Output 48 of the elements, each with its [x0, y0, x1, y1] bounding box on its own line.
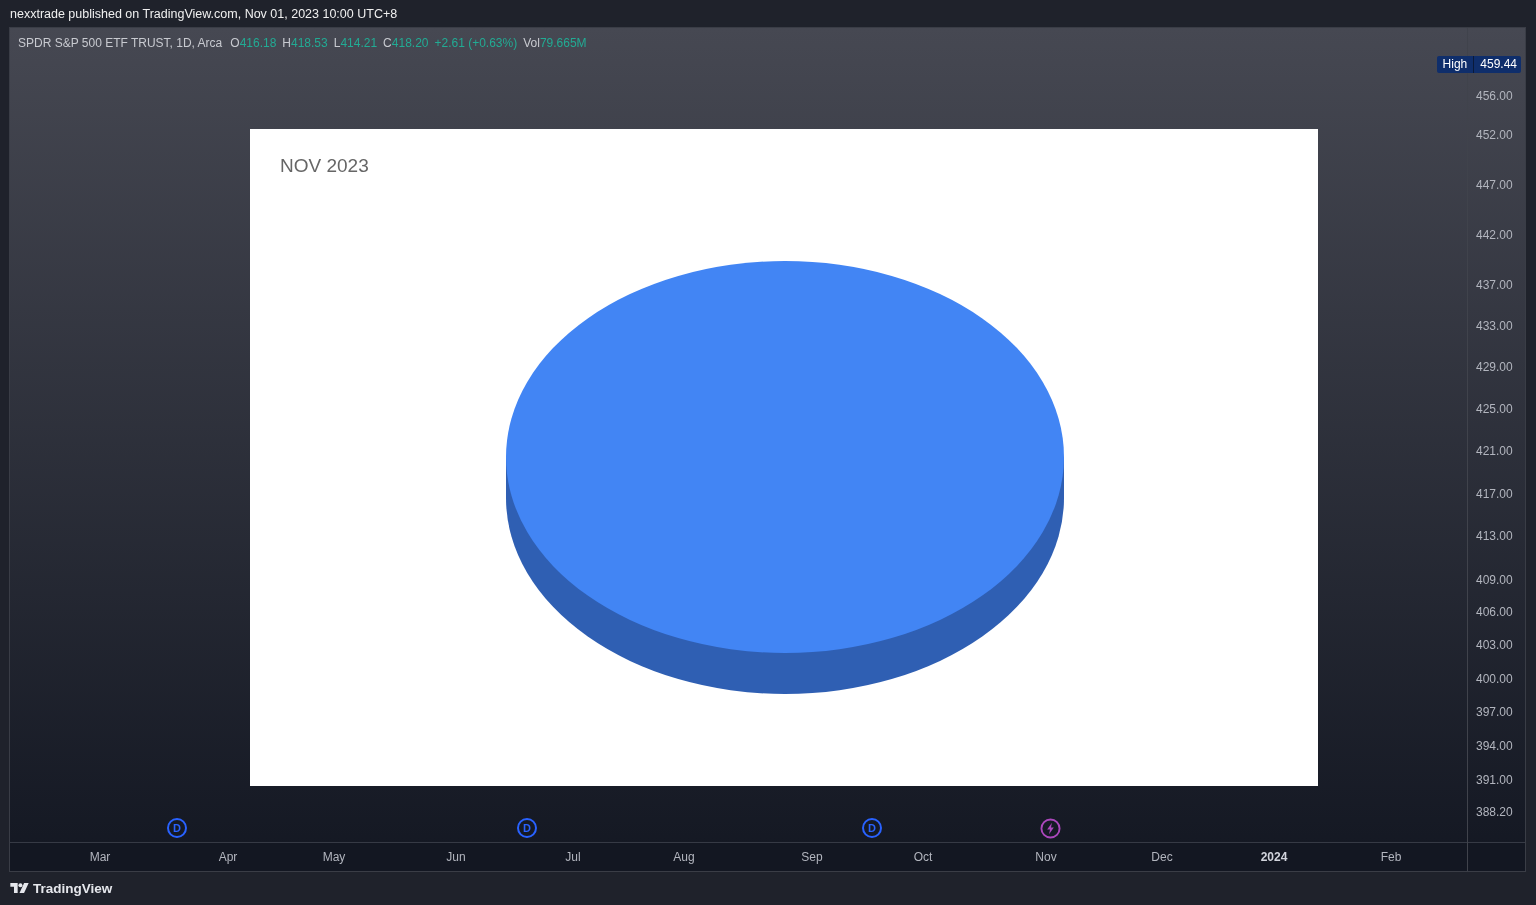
publish-info: nexxtrade published on TradingView.com, Nov 01, 2023 10:00 UTC+8 [10, 6, 398, 21]
high-label: High [1436, 56, 1475, 73]
price-label: 433.00 [1476, 319, 1513, 334]
high-price-label: 459.44 [1474, 56, 1521, 73]
price-label: 456.00 [1476, 89, 1513, 103]
price-label: 447.00 [1476, 177, 1513, 192]
time-label: Nov [1035, 850, 1057, 864]
price-label: 437.00 [1476, 278, 1513, 293]
ohlc-value: +2.61 (+0.63%) [434, 36, 518, 50]
price-label: 388.20 [1476, 804, 1513, 819]
time-label: Feb [1380, 850, 1402, 864]
dividend-marker[interactable]: D [167, 818, 187, 838]
time-label: Apr [218, 850, 238, 864]
time-label: Sep [801, 850, 823, 864]
price-label: 403.00 [1476, 638, 1513, 653]
price-label: 421.00 [1476, 444, 1513, 459]
time-label: Dec [1151, 850, 1173, 864]
ohlc-value: H418.53 [282, 36, 328, 50]
time-label: Jul [565, 850, 581, 864]
dividend-marker[interactable]: D [862, 818, 882, 838]
price-label: 391.00 [1476, 772, 1513, 787]
dividend-marker[interactable]: D [517, 818, 537, 838]
price-label: 400.00 [1476, 671, 1513, 686]
price-label: 406.00 [1476, 605, 1513, 620]
time-label: Oct [913, 850, 933, 864]
lightning-icon[interactable] [1040, 818, 1061, 839]
price-label: 442.00 [1476, 227, 1513, 242]
price-label: 394.00 [1476, 738, 1513, 753]
ohlc-value: Vol79.665M [523, 36, 587, 50]
brand-name: TradingView [33, 881, 113, 896]
time-label: Mar [89, 850, 111, 864]
symbol-title: SPDR S&P 500 ETF TRUST, 1D, Arca [18, 36, 223, 50]
time-label: Aug [673, 850, 695, 864]
price-label: 413.00 [1476, 529, 1513, 544]
time-label: May [322, 850, 346, 864]
price-label: 429.00 [1476, 360, 1513, 375]
price-label: 397.00 [1476, 705, 1513, 720]
price-label: 452.00 [1476, 128, 1513, 143]
time-label: Jun [446, 850, 466, 864]
ohlc-value: O416.18 [230, 36, 277, 50]
price-label: 425.00 [1476, 402, 1513, 417]
ohlc-value: L414.21 [333, 36, 378, 50]
logo-icon [10, 883, 29, 894]
price-label: 417.00 [1476, 486, 1513, 501]
chart-title: NOV 2023 [280, 155, 369, 177]
ohlc-value: C418.20 [383, 36, 429, 50]
price-label: 409.00 [1476, 572, 1513, 587]
time-label: 2024 [1260, 850, 1288, 864]
